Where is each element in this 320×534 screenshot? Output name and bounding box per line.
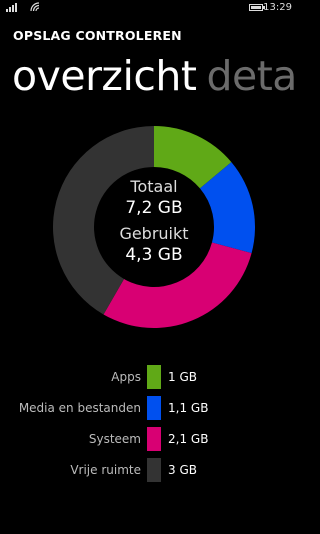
legend-label: Media en bestanden <box>18 401 141 415</box>
total-label: Totaal <box>130 177 178 196</box>
legend-swatch <box>147 396 161 420</box>
legend-row-media[interactable]: Media en bestanden 1,1 GB <box>0 396 300 420</box>
legend-value: 1 GB <box>168 370 197 384</box>
pivot-tab-overview[interactable]: overzicht <box>12 52 197 100</box>
donut-center-summary: Totaal 7,2 GB Gebruikt 4,3 GB <box>53 126 255 328</box>
legend-label: Vrije ruimte <box>70 463 141 477</box>
used-value: 4,3 GB <box>125 245 183 265</box>
pivot-header: overzicht detai <box>12 48 300 104</box>
legend-label: Systeem <box>88 432 141 446</box>
legend-value: 2,1 GB <box>168 432 209 446</box>
legend-label: Apps <box>111 370 141 384</box>
used-label: Gebruikt <box>119 224 189 243</box>
clock: 13:29 <box>263 2 292 13</box>
total-value: 7,2 GB <box>125 198 183 218</box>
wifi-icon <box>30 2 40 12</box>
legend-value: 1,1 GB <box>168 401 209 415</box>
status-bar: 13:29 <box>0 0 300 16</box>
legend-row-apps[interactable]: Apps 1 GB <box>0 365 300 389</box>
legend-swatch <box>147 365 161 389</box>
battery-icon <box>249 4 265 11</box>
legend-swatch <box>147 427 161 451</box>
legend-row-system[interactable]: Systeem 2,1 GB <box>0 427 300 451</box>
storage-sense-screen: 13:29 OPSLAG CONTROLEREN overzicht detai … <box>0 0 300 534</box>
legend-value: 3 GB <box>168 463 197 477</box>
legend-swatch <box>147 458 161 482</box>
signal-icon <box>6 3 20 12</box>
app-title: OPSLAG CONTROLEREN <box>13 28 182 43</box>
pivot-tab-details[interactable]: detai <box>206 52 300 100</box>
battery-fill <box>251 6 261 9</box>
legend-row-free-space[interactable]: Vrije ruimte 3 GB <box>0 458 300 482</box>
